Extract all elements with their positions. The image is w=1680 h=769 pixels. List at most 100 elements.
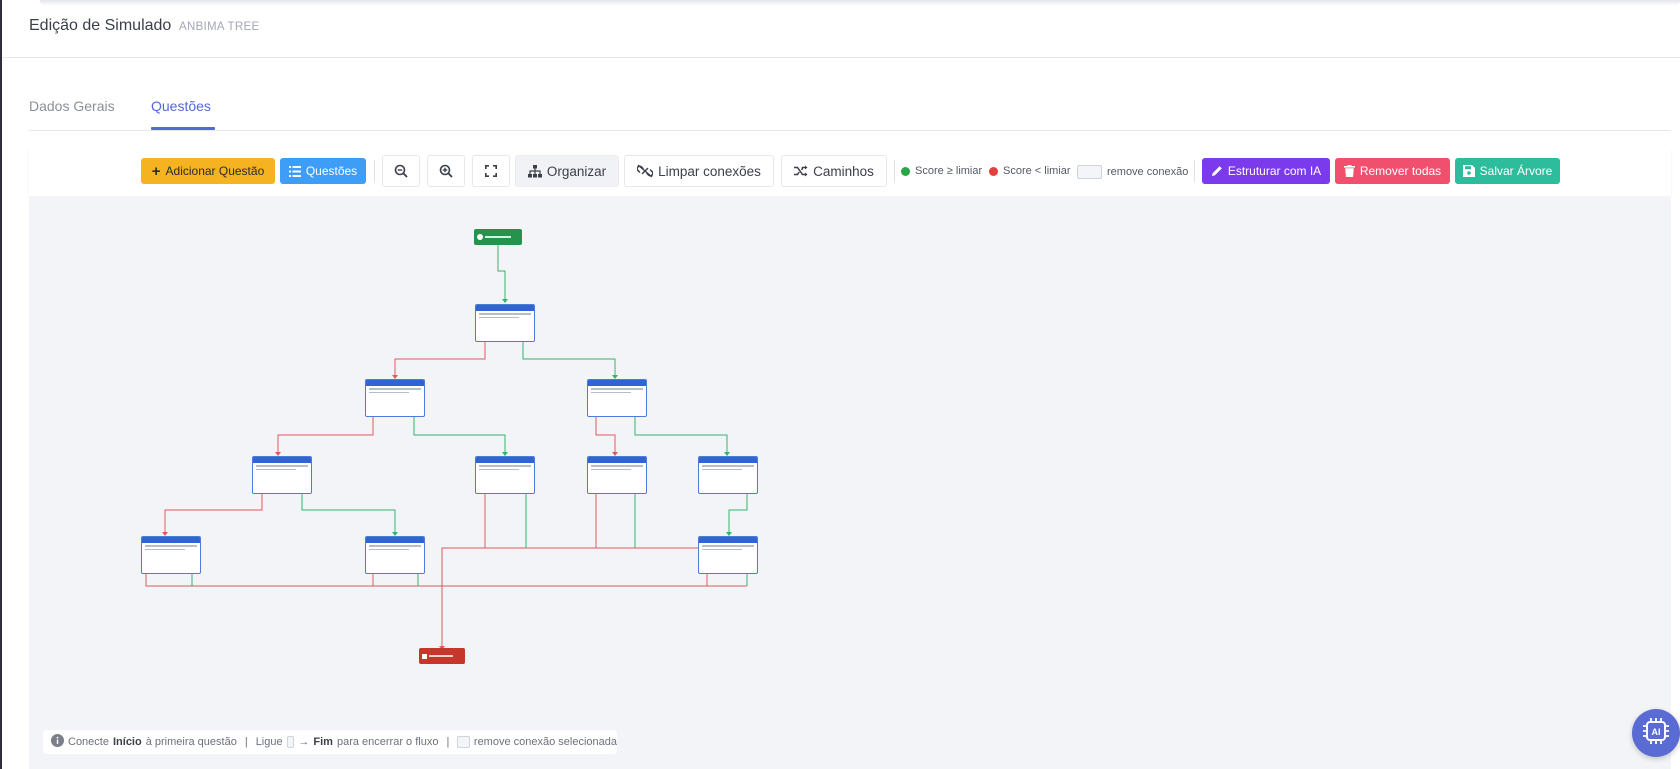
node-header bbox=[366, 537, 424, 543]
structure-with-ai-button[interactable]: Estruturar com IA bbox=[1202, 158, 1330, 184]
question-node-6[interactable] bbox=[587, 456, 647, 494]
question-node-2[interactable] bbox=[365, 379, 425, 417]
edge-q3-to-q7 bbox=[634, 412, 728, 454]
toolbar-divider bbox=[1194, 160, 1195, 182]
legend-score-below-label: Score < limiar bbox=[1003, 165, 1071, 177]
edge-q7-to-q10 bbox=[728, 489, 748, 534]
node-header bbox=[253, 457, 311, 463]
question-node-3[interactable] bbox=[587, 379, 647, 417]
trash-icon bbox=[1343, 165, 1355, 177]
page-header: Edição de Simulado ANBIMA TREE bbox=[2, 0, 1680, 58]
keyboard-key-icon bbox=[457, 736, 470, 748]
active-tab-indicator bbox=[151, 127, 215, 130]
ai-fab-label: AI bbox=[1652, 727, 1661, 737]
paths-button[interactable]: Caminhos bbox=[781, 155, 887, 187]
hint-arrow: → bbox=[298, 736, 310, 748]
edge-q2-to-q5 bbox=[413, 412, 506, 454]
clear-connections-label: Limpar conexões bbox=[658, 163, 761, 179]
hint-end: Fim bbox=[313, 736, 333, 748]
end-node-title bbox=[429, 655, 453, 657]
question-node-1[interactable] bbox=[475, 304, 535, 342]
save-tree-button[interactable]: Salvar Árvore bbox=[1455, 158, 1560, 184]
start-node[interactable] bbox=[474, 229, 522, 245]
edge-q4-to-q9 bbox=[301, 489, 396, 534]
add-question-button[interactable]: + Adicionar Questão bbox=[141, 158, 275, 184]
window-edge bbox=[0, 0, 2, 769]
start-node-title bbox=[485, 236, 511, 238]
question-node-4[interactable] bbox=[252, 456, 312, 494]
edge-q2-to-q4 bbox=[277, 412, 374, 454]
keyboard-key-icon bbox=[286, 736, 295, 748]
fit-view-button[interactable] bbox=[472, 155, 510, 187]
end-node[interactable] bbox=[419, 648, 465, 664]
green-dot-icon bbox=[901, 166, 910, 176]
flag-icon bbox=[422, 653, 427, 659]
unlink-icon bbox=[637, 164, 654, 178]
save-tree-label: Salvar Árvore bbox=[1479, 164, 1553, 178]
edge-q10-red-merge bbox=[441, 547, 707, 648]
legend-remove-connection: remove conexão bbox=[1077, 165, 1188, 179]
ai-assistant-button[interactable]: AI bbox=[1632, 709, 1680, 757]
node-header bbox=[588, 380, 646, 386]
legend-score-below: Score < limiar bbox=[989, 165, 1071, 177]
tab-questoes[interactable]: Questões bbox=[151, 98, 211, 114]
question-node-9[interactable] bbox=[365, 536, 425, 574]
question-node-8[interactable] bbox=[141, 536, 201, 574]
edge-q1-to-q2 bbox=[394, 338, 486, 377]
page-subtitle: ANBIMA TREE bbox=[179, 21, 260, 33]
paths-label: Caminhos bbox=[813, 163, 874, 179]
tree-canvas[interactable]: Conecte Início à primeira questão | Ligu… bbox=[29, 197, 1671, 769]
question-node-5[interactable] bbox=[475, 456, 535, 494]
node-header bbox=[699, 537, 757, 543]
hint-end-text: para encerrar o fluxo bbox=[336, 736, 439, 748]
remove-all-label: Remover todas bbox=[1359, 164, 1442, 178]
remove-all-button[interactable]: Remover todas bbox=[1335, 158, 1450, 184]
shuffle-icon bbox=[794, 165, 808, 177]
toolbar-divider bbox=[374, 160, 375, 182]
organize-button[interactable]: Organizar bbox=[515, 155, 619, 187]
node-header bbox=[366, 380, 424, 386]
expand-icon bbox=[485, 165, 497, 177]
legend-remove-label: remove conexão bbox=[1107, 166, 1189, 178]
list-icon bbox=[288, 165, 301, 177]
edge-q4-to-q8 bbox=[164, 489, 263, 534]
arrow-q1 bbox=[502, 299, 508, 303]
plus-icon: + bbox=[151, 162, 161, 180]
node-header bbox=[476, 457, 534, 463]
hint-remove: remove conexão selecionada bbox=[473, 736, 617, 748]
hint-link: Ligue bbox=[255, 736, 283, 748]
tab-dados-gerais[interactable]: Dados Gerais bbox=[29, 98, 115, 114]
node-header bbox=[142, 537, 200, 543]
zoom-out-button[interactable] bbox=[382, 155, 420, 187]
question-node-7[interactable] bbox=[698, 456, 758, 494]
hint-start: Início bbox=[112, 736, 142, 748]
legend-score-above: Score ≥ limiar bbox=[901, 165, 982, 177]
hint-separator: | bbox=[244, 736, 248, 748]
question-node-10[interactable] bbox=[698, 536, 758, 574]
magnifier-plus-icon bbox=[439, 164, 453, 178]
page-title: Edição de Simulado bbox=[29, 17, 172, 34]
keyboard-key-icon bbox=[1077, 165, 1102, 179]
sitemap-icon bbox=[527, 164, 542, 178]
edge-q8-red bbox=[145, 569, 747, 587]
edge-q3-to-q6 bbox=[595, 412, 616, 454]
hint-middle: à primeira questão bbox=[145, 736, 237, 748]
organize-label: Organizar bbox=[546, 163, 607, 179]
hint-separator: | bbox=[446, 736, 450, 748]
clear-connections-button[interactable]: Limpar conexões bbox=[624, 155, 774, 187]
pencil-icon bbox=[1211, 165, 1223, 177]
red-dot-icon bbox=[989, 166, 998, 176]
node-header bbox=[476, 305, 534, 311]
floppy-disk-icon bbox=[1462, 165, 1475, 177]
edge-q1-to-q3 bbox=[522, 338, 616, 377]
node-header bbox=[588, 457, 646, 463]
legend-score-above-label: Score ≥ limiar bbox=[915, 165, 983, 177]
node-header bbox=[699, 457, 757, 463]
structure-with-ai-label: Estruturar com IA bbox=[1227, 164, 1322, 178]
zoom-in-button[interactable] bbox=[427, 155, 465, 187]
questions-list-button[interactable]: Questões bbox=[280, 158, 366, 184]
hint-prefix: Conecte bbox=[68, 736, 109, 748]
edge-start-to-q1 bbox=[497, 243, 506, 301]
info-circle-icon bbox=[51, 734, 64, 750]
tab-bar: Dados Gerais Questões bbox=[29, 90, 1671, 131]
